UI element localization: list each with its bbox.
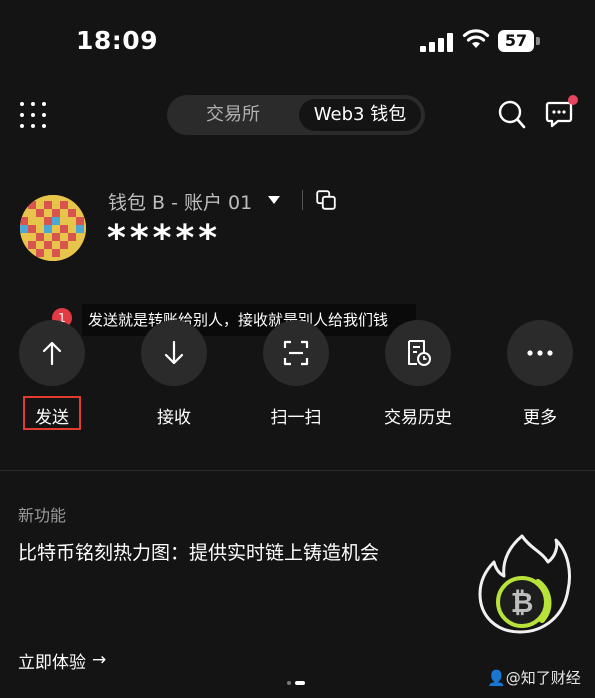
battery-level: 57 [498, 30, 534, 52]
hidden-balance: ***** [107, 218, 222, 259]
tab-exchange[interactable]: 交易所 [183, 95, 283, 135]
tab-web3-wallet[interactable]: Web3 钱包 [299, 99, 421, 131]
bitcoin-flame-icon: ₿ [478, 534, 571, 634]
send-button[interactable] [19, 320, 85, 386]
feature-title[interactable]: 比特币铭刻热力图：提供实时链上铸造机会 [18, 538, 379, 565]
scan-icon [283, 340, 309, 366]
status-time: 18:09 [76, 26, 159, 55]
receive-button[interactable] [141, 320, 207, 386]
notification-dot [568, 95, 578, 105]
annotation-tooltip: 发送就是转账给别人，接收就是别人给我们钱 [82, 304, 416, 336]
history-icon [408, 340, 431, 366]
history-button[interactable] [385, 320, 451, 386]
search-icon[interactable] [498, 100, 526, 130]
message-icon[interactable] [545, 100, 573, 128]
more-label[interactable]: 更多 [485, 403, 595, 428]
divider [302, 190, 303, 210]
caret-down-icon[interactable] [268, 195, 280, 205]
wifi-icon [462, 29, 490, 48]
section-divider [0, 470, 595, 471]
new-feature-tag: 新功能 [18, 506, 67, 525]
watermark: 👤@知了财经 [487, 669, 581, 687]
cellular-signal-icon [420, 32, 454, 52]
scan-label[interactable]: 扫一扫 [241, 403, 351, 428]
more-button[interactable] [507, 320, 573, 386]
app-grid-icon[interactable] [20, 102, 46, 128]
arrow-right-icon[interactable]: → [92, 650, 106, 670]
wallet-account-name[interactable]: 钱包 B - 账户 01 [108, 188, 252, 215]
svg-text:₿: ₿ [511, 586, 534, 619]
copy-icon[interactable] [316, 190, 336, 210]
arrow-down-icon [164, 340, 184, 365]
history-label[interactable]: 交易历史 [363, 403, 473, 428]
battery-tip [536, 37, 540, 45]
send-highlight-box [23, 396, 81, 430]
scan-button[interactable] [263, 320, 329, 386]
receive-label[interactable]: 接收 [119, 403, 229, 428]
more-icon [527, 350, 553, 356]
carousel-dots [287, 672, 309, 691]
avatar[interactable] [20, 195, 86, 261]
watermark-logo-icon: 👤 [487, 669, 506, 687]
arrow-up-icon [42, 341, 62, 366]
try-now-link[interactable]: 立即体验 [18, 648, 86, 673]
